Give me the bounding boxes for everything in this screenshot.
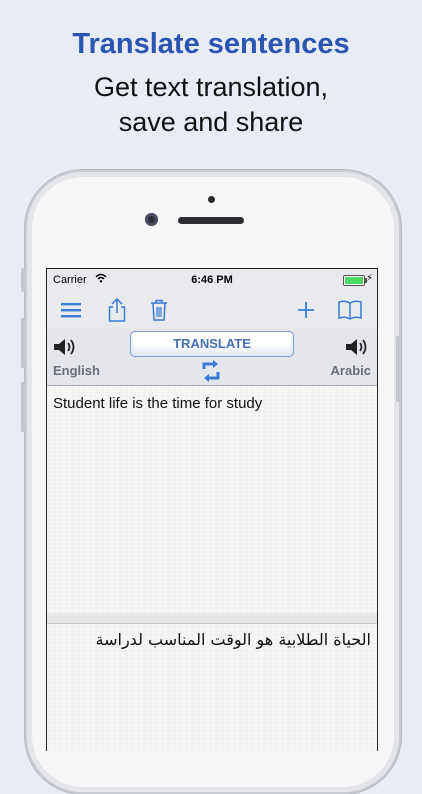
swap-languages-icon[interactable] [200,359,222,388]
translate-button[interactable]: TRANSLATE [130,331,294,357]
earpiece-speaker [178,217,244,224]
battery-icon [343,275,367,286]
front-camera [145,213,158,226]
status-time: 6:46 PM [191,274,233,286]
phone-side-button-left-1 [21,268,25,292]
phone-side-button-right [396,336,400,402]
phone-screen: Carrier 6:46 PM ⚡ TRANSLATE English Arab… [46,268,378,751]
promo-subline-line-2: save and share [118,107,304,137]
proximity-sensor [208,196,215,203]
trash-icon[interactable] [148,297,170,323]
promo-subline: Get text translation, save and share [0,70,422,140]
source-text-area[interactable]: Student life is the time for study [47,386,377,614]
promo-headline: Translate sentences [72,28,350,60]
status-bar: Carrier 6:46 PM ⚡ [47,269,377,291]
charging-bolt-icon: ⚡ [365,273,373,284]
language-bar: TRANSLATE English Arabic [47,329,377,386]
menu-icon[interactable] [59,297,83,323]
plus-icon[interactable] [295,297,317,323]
phone-side-button-left-3 [21,382,25,432]
translated-text: الحياة الطلابية هو الوقت المناسب لدراسة [95,630,371,649]
source-speaker-icon[interactable] [53,337,79,362]
phone-side-button-left-2 [21,318,25,368]
translation-output-area[interactable]: الحياة الطلابية هو الوقت المناسب لدراسة [47,624,377,751]
share-icon[interactable] [106,297,128,323]
pane-divider[interactable] [47,613,377,624]
target-speaker-icon[interactable] [345,337,371,362]
target-language-label[interactable]: Arabic [331,363,371,378]
source-language-label[interactable]: English [53,363,100,378]
book-icon[interactable] [337,297,363,323]
toolbar [47,291,377,330]
source-text: Student life is the time for study [53,395,263,412]
promo-subline-line-1: Get text translation, [93,72,329,102]
